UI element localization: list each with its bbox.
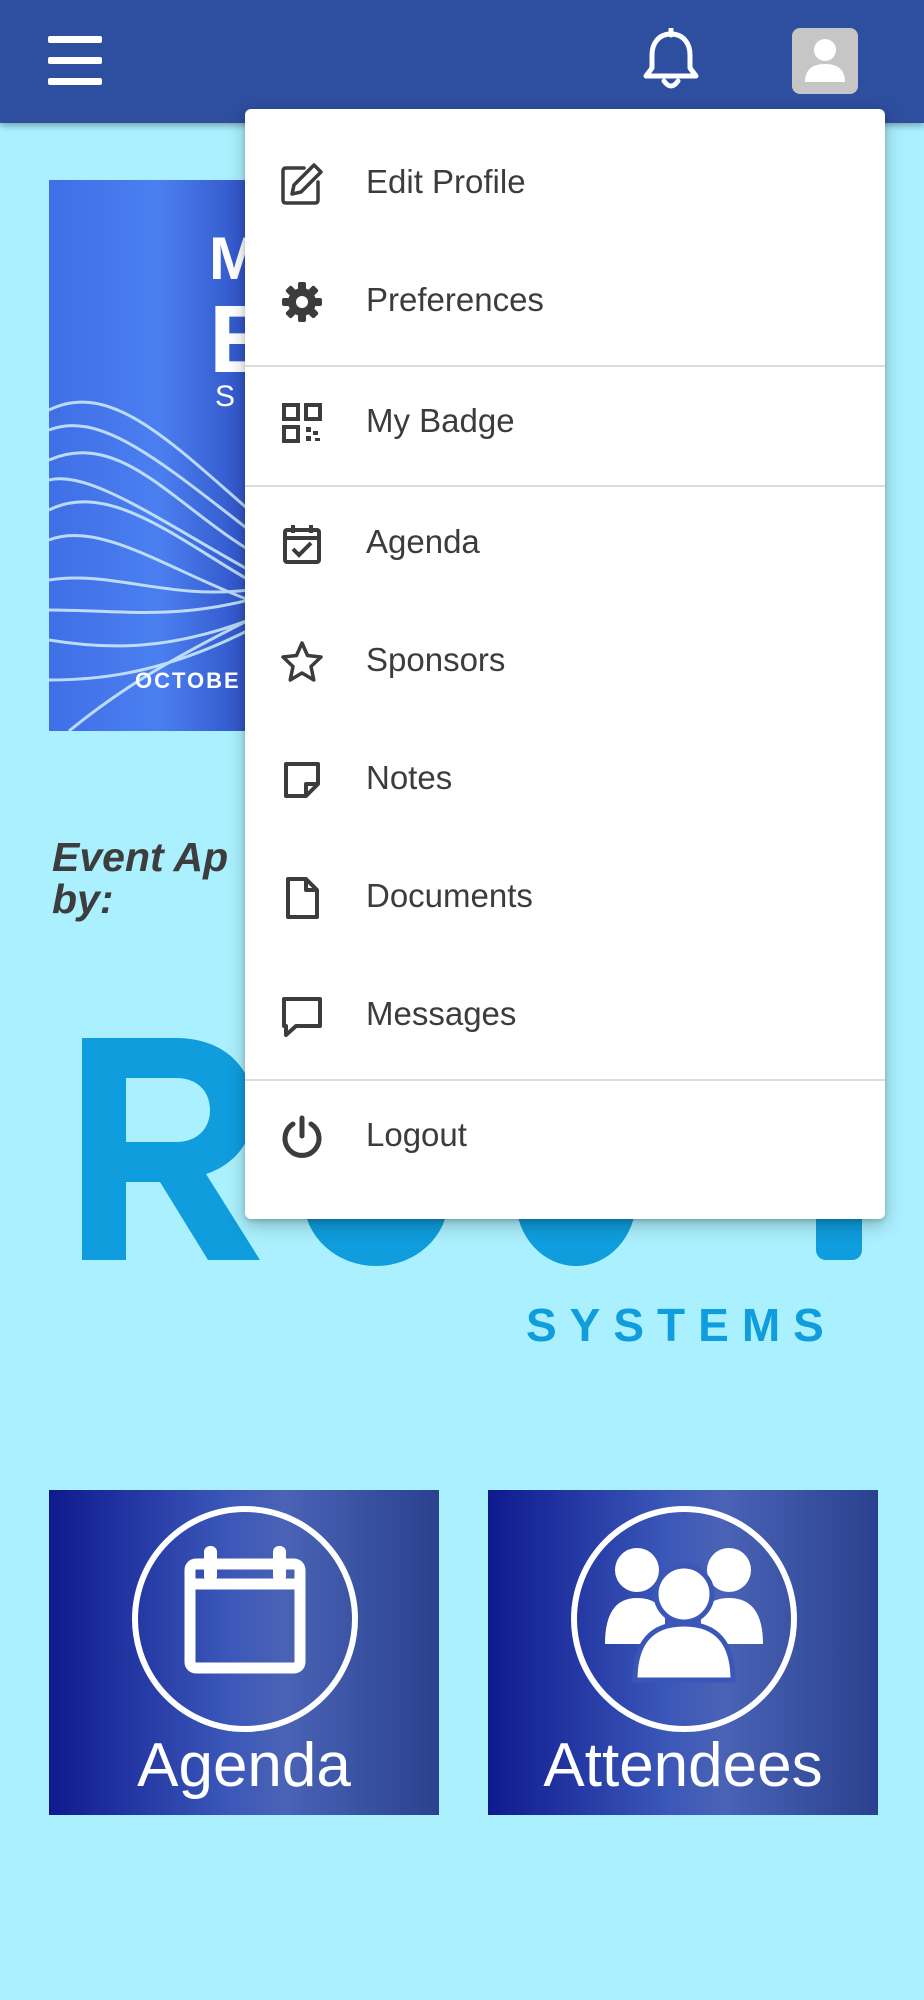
edit-icon <box>280 162 324 206</box>
star-icon <box>280 640 324 684</box>
power-icon <box>280 1115 324 1159</box>
hamburger-icon[interactable] <box>48 36 102 86</box>
agenda-tile-label: Agenda <box>137 1731 351 1800</box>
banner-title-line1: M <box>209 225 249 292</box>
attendees-tile-label: Attendees <box>543 1731 823 1800</box>
menu-item-label: Sponsors <box>366 641 506 678</box>
people-group-icon <box>571 1506 797 1732</box>
menu-item-preferences[interactable]: Preferences <box>245 242 885 360</box>
menu-item-logout[interactable]: Logout <box>245 1077 885 1195</box>
document-icon <box>280 876 324 920</box>
message-icon <box>280 994 324 1038</box>
menu-item-sponsors[interactable]: Sponsors <box>245 602 885 720</box>
menu-item-notes[interactable]: Notes <box>245 720 885 838</box>
event-banner[interactable]: M E S OCTOBE <box>49 180 249 731</box>
menu-item-label: Documents <box>366 877 533 914</box>
top-app-bar <box>0 0 924 123</box>
powered-by-line2: by: <box>52 876 114 922</box>
attendees-tile[interactable]: Attendees <box>488 1490 878 1815</box>
menu-item-edit-profile[interactable]: Edit Profile <box>245 124 885 242</box>
agenda-tile[interactable]: Agenda <box>49 1490 439 1815</box>
menu-item-label: Messages <box>366 995 517 1032</box>
revel-tagline: SYSTEMS <box>526 1299 837 1351</box>
menu-item-label: My Badge <box>366 402 515 439</box>
menu-item-label: Agenda <box>366 523 480 560</box>
banner-subtitle: S <box>215 380 236 413</box>
menu-item-label: Notes <box>366 759 453 796</box>
menu-item-agenda[interactable]: Agenda <box>245 484 885 602</box>
powered-by-line1: Event Ap <box>52 834 229 880</box>
menu-item-documents[interactable]: Documents <box>245 838 885 956</box>
banner-date: OCTOBE <box>135 668 241 693</box>
bell-icon[interactable] <box>640 26 702 94</box>
menu-item-my-badge[interactable]: My Badge <box>245 363 885 481</box>
calendar-icon <box>132 1506 358 1732</box>
banner-title-line2: E <box>209 286 249 393</box>
user-avatar-icon[interactable] <box>792 28 858 94</box>
profile-dropdown-menu: Edit Profile Preferences My Badge Agenda… <box>245 109 885 1219</box>
menu-item-label: Preferences <box>366 281 544 318</box>
menu-item-messages[interactable]: Messages <box>245 956 885 1074</box>
sticky-note-icon <box>280 758 324 802</box>
calendar-check-icon <box>280 522 324 566</box>
powered-by-text: Event Ap by: <box>52 836 272 920</box>
gear-icon <box>280 280 324 324</box>
menu-item-label: Edit Profile <box>366 163 526 200</box>
qr-code-icon <box>280 401 324 445</box>
menu-item-label: Logout <box>366 1116 467 1153</box>
